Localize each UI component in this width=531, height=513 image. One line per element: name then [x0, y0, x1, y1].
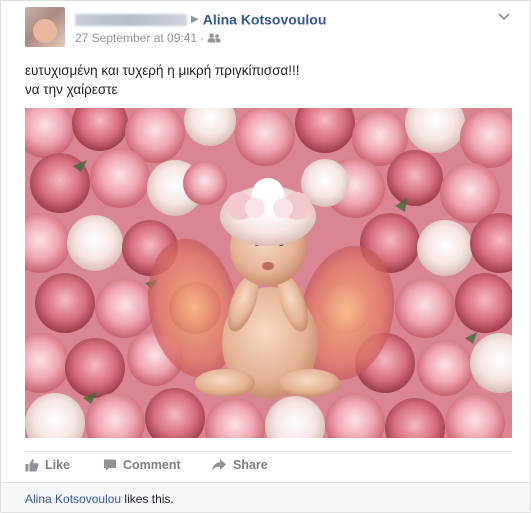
post-meta: 27 September at 09:41 ·	[75, 31, 221, 46]
comment-icon	[104, 459, 116, 471]
share-icon	[212, 459, 226, 471]
comment-button[interactable]: Comment	[103, 458, 181, 472]
friends-icon[interactable]	[207, 32, 221, 46]
chevron-down-icon[interactable]	[496, 11, 512, 23]
post-card: ▶ Alina Kotsovoulou 27 September at 09:41…	[0, 0, 531, 513]
post-header: ▶ Alina Kotsovoulou 27 September at 09:41…	[25, 7, 520, 47]
author-line: ▶ Alina Kotsovoulou	[75, 11, 326, 28]
likes-text: Alina Kotsovoulou likes this.	[25, 492, 174, 506]
post-text: ευτυχισμένη και τυχερή η μικρή πριγκίπισ…	[25, 61, 300, 99]
liker-profile-link[interactable]: Alina Kotsovoulou	[25, 492, 121, 506]
author-name-blurred[interactable]	[75, 13, 187, 26]
photo-image	[25, 108, 512, 438]
avatar[interactable]	[25, 7, 65, 47]
target-profile-link[interactable]: Alina Kotsovoulou	[203, 12, 327, 28]
post-text-line-2: να την χαίρεστε	[25, 82, 118, 97]
arrow-right-icon: ▶	[191, 14, 199, 26]
like-button[interactable]: Like	[25, 458, 70, 472]
likes-summary: Alina Kotsovoulou likes this.	[1, 482, 530, 512]
timestamp-link[interactable]: 27 September at 09:41	[75, 31, 197, 45]
like-label: Like	[45, 458, 71, 472]
share-label: Share	[233, 458, 268, 472]
thumbs-up-icon	[25, 459, 39, 472]
post-actions: Like Comment Share	[25, 451, 512, 480]
meta-separator: ·	[200, 31, 205, 45]
post-photo[interactable]	[25, 108, 512, 438]
share-button[interactable]: Share	[211, 458, 268, 472]
post-text-line-1: ευτυχισμένη και τυχερή η μικρή πριγκίπισ…	[25, 63, 300, 78]
comment-label: Comment	[123, 458, 181, 472]
likes-suffix: likes this.	[121, 492, 174, 506]
